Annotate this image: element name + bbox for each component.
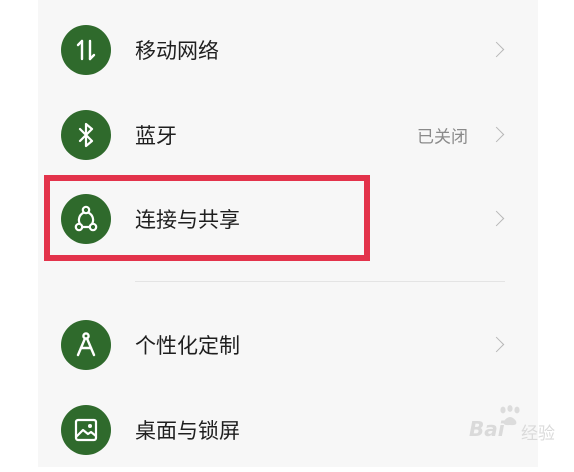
settings-item-label: 桌面与锁屏 <box>135 419 240 443</box>
settings-item-label: 移动网络 <box>135 39 219 63</box>
compass-icon <box>61 320 111 370</box>
chevron-right-icon <box>488 336 505 353</box>
settings-item-personalization[interactable]: 个性化定制 <box>38 303 538 387</box>
chevron-right-icon <box>488 41 505 58</box>
settings-item-bluetooth[interactable]: 蓝牙 已关闭 <box>38 93 538 177</box>
settings-item-label: 蓝牙 <box>135 124 177 148</box>
chevron-right-icon <box>488 210 505 227</box>
settings-screen: 移动网络 蓝牙 已关闭 连接与共享 个性化定制 桌面与锁屏 Bai 经验 <box>0 0 574 467</box>
settings-item-mobile-network[interactable]: 移动网络 <box>38 8 538 92</box>
bluetooth-status: 已关闭 <box>417 127 468 148</box>
bluetooth-icon <box>61 110 111 160</box>
settings-item-desktop-lockscreen[interactable]: 桌面与锁屏 <box>38 388 538 472</box>
settings-item-label: 个性化定制 <box>135 334 240 358</box>
data-arrows-icon <box>61 25 111 75</box>
highlight-box <box>44 175 370 261</box>
section-divider <box>135 281 505 282</box>
chevron-right-icon <box>488 126 505 143</box>
image-icon <box>61 405 111 455</box>
